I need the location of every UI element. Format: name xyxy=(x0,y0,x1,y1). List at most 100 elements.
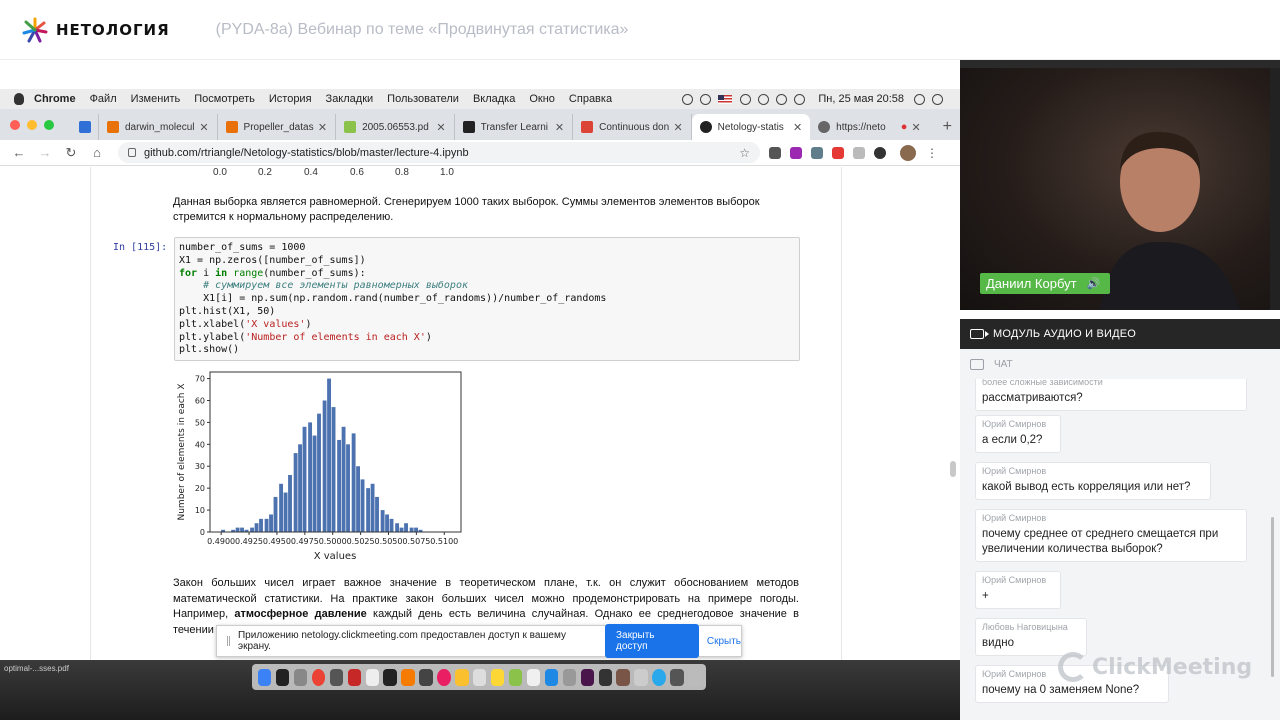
extension-icon[interactable] xyxy=(853,146,865,159)
profile-avatar[interactable] xyxy=(900,144,916,161)
sublime-icon[interactable] xyxy=(401,668,415,686)
browser-tab[interactable]: https://neto ● ✕ xyxy=(810,114,929,140)
slack-icon[interactable] xyxy=(580,668,595,686)
books-icon[interactable] xyxy=(616,668,630,686)
numbers-icon[interactable] xyxy=(508,668,523,686)
bookmark-star-icon[interactable]: ☆ xyxy=(739,146,750,160)
url-input[interactable]: github.com/rtriangle/Netology-statistics… xyxy=(118,142,760,163)
app-icon[interactable] xyxy=(473,668,487,686)
tab-close-icon[interactable]: ✕ xyxy=(318,121,327,134)
reload-icon[interactable]: ↻ xyxy=(64,145,78,161)
plot-frame xyxy=(209,371,462,533)
menu-view[interactable]: Посмотреть xyxy=(194,93,255,105)
home-icon[interactable]: ⌂ xyxy=(90,145,104,160)
speaker-video[interactable]: Даниил Корбут 🔊 xyxy=(960,60,1280,310)
menu-chrome[interactable]: Chrome xyxy=(34,93,76,105)
chat-author: Юрий Смирнов xyxy=(982,466,1047,476)
pinned-tab[interactable] xyxy=(71,114,99,140)
trash-icon[interactable] xyxy=(670,668,684,686)
volume-icon[interactable] xyxy=(776,93,788,105)
browser-tab-active[interactable]: Netology-statis ✕ xyxy=(691,114,811,140)
speaker-volume-icon[interactable]: 🔊 xyxy=(1087,277,1101,290)
chrome-icon[interactable] xyxy=(311,668,326,686)
notes-icon[interactable] xyxy=(455,668,469,686)
telegram-icon[interactable] xyxy=(652,668,666,686)
browser-tab[interactable]: darwin_molecul ✕ xyxy=(99,114,218,140)
appstore-icon[interactable] xyxy=(544,668,559,686)
app-icon[interactable] xyxy=(634,668,648,686)
terminal-icon[interactable] xyxy=(275,668,290,686)
launchpad-icon[interactable] xyxy=(293,668,308,686)
extension-icon[interactable] xyxy=(832,146,844,159)
code-cell[interactable]: number_of_sums = 1000 X1 = np.zeros([num… xyxy=(174,237,800,361)
tab-close-icon[interactable]: ✕ xyxy=(436,121,445,134)
forward-icon[interactable]: → xyxy=(38,145,52,160)
menu-window[interactable]: Окно xyxy=(529,93,555,105)
app-icon[interactable] xyxy=(688,668,702,686)
minimize-window-button[interactable] xyxy=(27,119,37,130)
stickies-icon[interactable] xyxy=(490,668,505,686)
new-tab-button[interactable]: + xyxy=(935,114,960,140)
page-scrollbar[interactable] xyxy=(950,461,956,477)
menu-history[interactable]: История xyxy=(269,93,312,105)
extension-icon[interactable] xyxy=(790,146,802,159)
histogram-bar xyxy=(283,492,288,532)
calendar-icon[interactable] xyxy=(365,668,379,686)
finder-icon[interactable] xyxy=(258,668,272,686)
tab-close-icon[interactable]: ✕ xyxy=(555,121,564,134)
browser-tab[interactable]: Transfer Learni ✕ xyxy=(455,114,574,140)
acrobat-icon[interactable] xyxy=(347,668,362,686)
extension-icon[interactable] xyxy=(769,146,781,159)
app-icon[interactable] xyxy=(598,668,612,686)
netology-logo[interactable]: НЕТОЛОГИЯ xyxy=(22,17,170,43)
status-icon[interactable] xyxy=(700,93,712,105)
menu-edit[interactable]: Изменить xyxy=(131,93,181,105)
app-icon[interactable] xyxy=(329,668,344,686)
browser-tab[interactable]: Propeller_datas ✕ xyxy=(218,114,337,140)
hide-notice-button[interactable]: Скрыть xyxy=(707,636,741,647)
lock-icon[interactable] xyxy=(128,148,136,157)
back-icon[interactable]: ← xyxy=(12,145,26,160)
app-icon[interactable] xyxy=(419,668,433,686)
drag-handle-icon[interactable] xyxy=(227,636,230,646)
wifi-icon[interactable] xyxy=(758,93,770,105)
desktop-file-label[interactable]: optimal-...sses.pdf xyxy=(4,664,69,673)
tab-close-icon[interactable]: ✕ xyxy=(199,121,208,134)
av-module-header[interactable]: МОДУЛЬ АУДИО И ВИДЕО xyxy=(960,319,1280,349)
tab-close-icon[interactable]: ✕ xyxy=(911,121,920,134)
histogram-bar xyxy=(302,426,307,532)
maximize-window-button[interactable] xyxy=(44,119,54,130)
code-line: plt.show() xyxy=(179,344,240,356)
chat-header[interactable]: ЧАТ xyxy=(960,349,1280,379)
extension-icon[interactable] xyxy=(874,146,886,159)
menu-file[interactable]: Файл xyxy=(90,93,117,105)
close-window-button[interactable] xyxy=(10,119,20,130)
status-icon[interactable] xyxy=(682,93,694,105)
recording-icon[interactable]: ● xyxy=(901,121,908,133)
menu-tab[interactable]: Вкладка xyxy=(473,93,515,105)
chat-message: более сложные зависимости рассматриваютс… xyxy=(975,379,1247,411)
settings-icon[interactable] xyxy=(562,668,577,686)
more-menu-icon[interactable]: ⋮ xyxy=(926,146,938,160)
apple-icon[interactable] xyxy=(14,93,24,105)
menu-users[interactable]: Пользователи xyxy=(387,93,459,105)
search-icon[interactable] xyxy=(914,93,925,105)
stop-sharing-button[interactable]: Закрыть доступ xyxy=(604,624,699,658)
us-flag-icon[interactable] xyxy=(718,94,733,104)
battery-icon[interactable] xyxy=(794,93,806,105)
photos-icon[interactable] xyxy=(437,668,451,686)
tab-close-icon[interactable]: ✕ xyxy=(673,121,682,134)
bluetooth-icon[interactable] xyxy=(740,93,752,105)
chat-scrollbar[interactable] xyxy=(1271,517,1274,677)
app-icon[interactable] xyxy=(383,668,397,686)
menu-help[interactable]: Справка xyxy=(569,93,612,105)
extension-icon[interactable] xyxy=(811,146,823,159)
music-icon[interactable] xyxy=(526,668,541,686)
tab-close-icon[interactable]: ✕ xyxy=(793,121,802,134)
list-icon[interactable] xyxy=(932,93,943,105)
menu-bookmarks[interactable]: Закладки xyxy=(326,93,374,105)
mac-datetime[interactable]: Пн, 25 мая 20:58 xyxy=(818,93,904,105)
browser-tab[interactable]: 2005.06553.pd ✕ xyxy=(336,114,455,140)
x-tick-label: 0.4975 xyxy=(291,537,319,546)
browser-tab[interactable]: Continuous don ✕ xyxy=(573,114,692,140)
